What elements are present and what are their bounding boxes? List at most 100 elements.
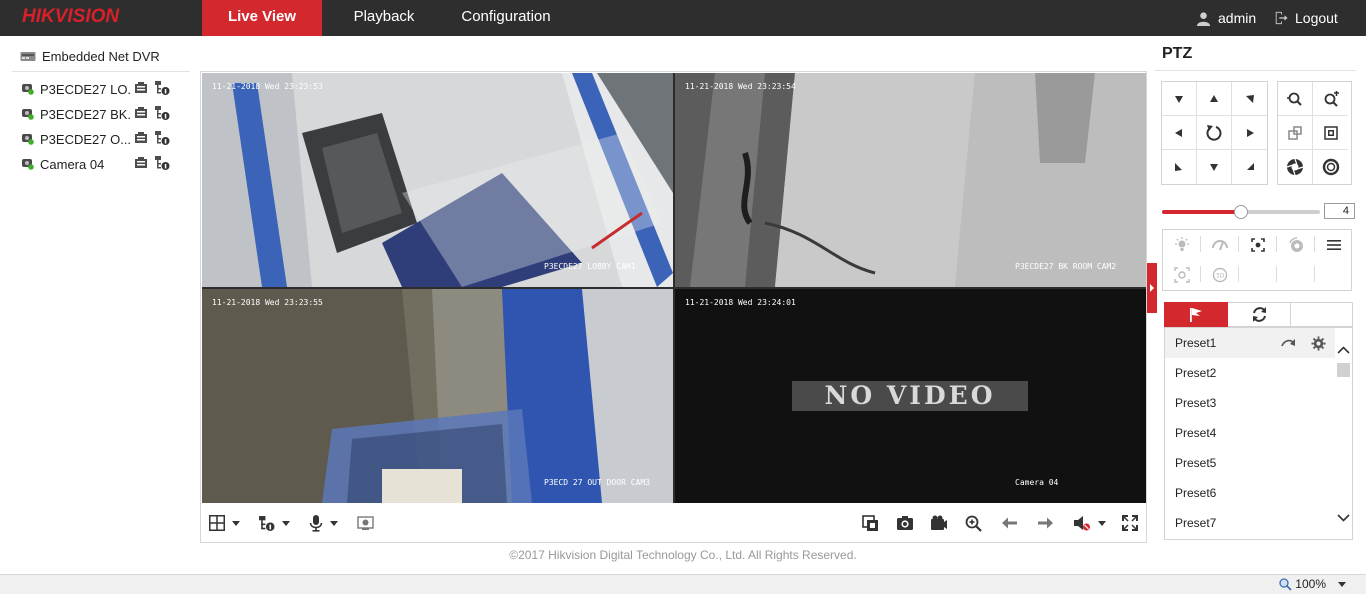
camera-list-item[interactable]: P3ECDE27 O... <box>22 129 182 149</box>
iris-open-button[interactable] <box>1278 150 1313 184</box>
ptz-down-left-button[interactable] <box>1162 150 1197 184</box>
list-item[interactable]: Preset7 <box>1165 508 1336 538</box>
camera-online-icon <box>22 159 34 170</box>
list-item[interactable]: Preset3 <box>1165 388 1336 418</box>
tab-preset[interactable] <box>1164 302 1228 327</box>
video-pane-1[interactable]: 11-21-2018 Wed 23:23:53 P3ECDE27 LOBBY C… <box>202 73 673 287</box>
ptz-up-button[interactable] <box>1197 82 1232 116</box>
previous-page-button[interactable] <box>1002 513 1018 533</box>
next-page-button[interactable] <box>1037 513 1053 533</box>
ptz-speed-slider-handle[interactable] <box>1234 205 1248 219</box>
camera-name: P3ECDE27 LO... <box>40 81 132 97</box>
zoom-level: 100% <box>1295 577 1326 591</box>
full-screen-button[interactable] <box>1122 513 1138 533</box>
wiper-icon <box>1211 240 1228 251</box>
list-item[interactable]: Preset2 <box>1165 358 1336 388</box>
top-navigation-bar: HIKVISION Live View Playback Configurati… <box>0 0 1366 36</box>
iris-open-icon <box>1286 158 1304 176</box>
list-item[interactable]: Preset4 <box>1165 418 1336 448</box>
video-timestamp: 11-21-2018 Wed 23:23:54 <box>685 82 796 91</box>
call-preset-icon[interactable] <box>1281 336 1297 350</box>
ptz-down-right-button[interactable] <box>1232 150 1267 184</box>
record-icon[interactable] <box>134 157 148 169</box>
focus-near-button[interactable] <box>1278 116 1313 150</box>
video-timestamp: 11-21-2018 Wed 23:23:55 <box>212 298 323 307</box>
device-tree-root[interactable]: Embedded Net DVR <box>20 49 160 64</box>
enable-e-zoom-button[interactable] <box>357 513 374 533</box>
ptz-up-right-button[interactable] <box>1232 82 1267 116</box>
ptz-right-button[interactable] <box>1232 116 1267 150</box>
video-pane-3[interactable]: 11-21-2018 Wed 23:23:55 P3ECD 27 OUT DOO… <box>202 289 673 503</box>
zoom-in-icon <box>965 515 982 532</box>
video-timestamp: 11-21-2018 Wed 23:24:01 <box>685 298 796 307</box>
preset-label: Preset1 <box>1175 336 1217 350</box>
lens-initialization-button[interactable] <box>1277 231 1314 259</box>
camera-list-item[interactable]: P3ECDE27 LO... <box>22 79 182 99</box>
digital-zoom-button[interactable] <box>965 513 982 533</box>
chevron-down-icon[interactable] <box>1335 511 1352 525</box>
ptz-panel-toggle[interactable] <box>1147 263 1157 313</box>
3d-zoom-button[interactable]: 3D <box>1201 261 1238 289</box>
ptz-auto-scan-button[interactable] <box>1197 116 1232 150</box>
ptz-tabs <box>1164 302 1353 327</box>
stream-type-icon[interactable] <box>154 80 170 96</box>
iris-close-button[interactable] <box>1313 150 1348 184</box>
zoom-out-button[interactable] <box>1278 82 1313 116</box>
speaker-muted-icon <box>1074 516 1090 531</box>
preset-scrollbar[interactable] <box>1335 328 1352 539</box>
stream-type-icon[interactable] <box>154 155 170 171</box>
camera-list-item[interactable]: Camera 04 <box>22 154 182 174</box>
tab-patrol[interactable] <box>1228 302 1291 327</box>
divider <box>1314 236 1315 252</box>
volume-button[interactable] <box>1073 513 1106 533</box>
tab-live-view[interactable]: Live View <box>202 0 322 36</box>
list-item[interactable]: Preset6 <box>1165 478 1336 508</box>
gear-icon[interactable] <box>1311 335 1326 351</box>
manual-tracking-button[interactable] <box>1163 261 1200 289</box>
two-way-audio-button[interactable] <box>309 513 338 533</box>
focus-far-button[interactable] <box>1313 116 1348 150</box>
logout-button[interactable]: Logout <box>1274 0 1338 36</box>
chevron-up-icon[interactable] <box>1335 343 1352 357</box>
ptz-left-button[interactable] <box>1162 116 1197 150</box>
user-menu[interactable]: admin <box>1196 0 1256 36</box>
ptz-function-buttons: 3D <box>1162 229 1352 291</box>
divider <box>1238 266 1239 282</box>
zoom-in-icon <box>1324 90 1339 107</box>
record-icon[interactable] <box>134 132 148 144</box>
camera-list-item[interactable]: P3ECDE27 BK... <box>22 104 182 124</box>
list-item[interactable]: Preset5 <box>1165 448 1336 478</box>
stop-all-live-view-button[interactable] <box>862 513 879 533</box>
ptz-up-left-button[interactable] <box>1162 82 1197 116</box>
record-icon[interactable] <box>134 107 148 119</box>
ptz-down-button[interactable] <box>1197 150 1232 184</box>
capture-button[interactable] <box>896 513 914 533</box>
record-icon[interactable] <box>134 82 148 94</box>
tab-pattern[interactable] <box>1291 302 1353 327</box>
divider <box>1276 236 1277 252</box>
window-division-button[interactable] <box>209 513 240 533</box>
stream-type-button[interactable] <box>258 513 290 533</box>
focus-far-icon <box>1323 125 1338 140</box>
zoom-in-button[interactable] <box>1313 82 1348 116</box>
start-recording-button[interactable] <box>930 513 948 533</box>
zoom-level-control[interactable]: 100% <box>1279 577 1346 591</box>
auxiliary-focus-button[interactable] <box>1239 231 1276 259</box>
video-pane-2[interactable]: 11-21-2018 Wed 23:23:54 P3ECDE27 BK ROOM… <box>675 73 1146 287</box>
camera-online-icon <box>22 84 34 95</box>
ptz-speed-slider[interactable] <box>1162 205 1320 219</box>
more-functions-button[interactable] <box>1315 231 1352 259</box>
preset-label: Preset7 <box>1175 516 1217 530</box>
camera-name: P3ECDE27 BK... <box>40 106 132 122</box>
stream-type-icon[interactable] <box>154 105 170 121</box>
scrollbar-thumb[interactable] <box>1337 363 1350 377</box>
stream-type-icon[interactable] <box>154 130 170 146</box>
username: admin <box>1218 10 1257 26</box>
tab-configuration[interactable]: Configuration <box>450 0 562 36</box>
list-item[interactable]: Preset1 <box>1165 328 1336 358</box>
tab-playback[interactable]: Playback <box>334 0 434 36</box>
divider <box>1276 266 1277 282</box>
wiper-button[interactable] <box>1201 231 1238 259</box>
video-pane-4[interactable]: NO VIDEO 11-21-2018 Wed 23:24:01 Camera … <box>675 289 1146 503</box>
light-button[interactable] <box>1163 231 1200 259</box>
